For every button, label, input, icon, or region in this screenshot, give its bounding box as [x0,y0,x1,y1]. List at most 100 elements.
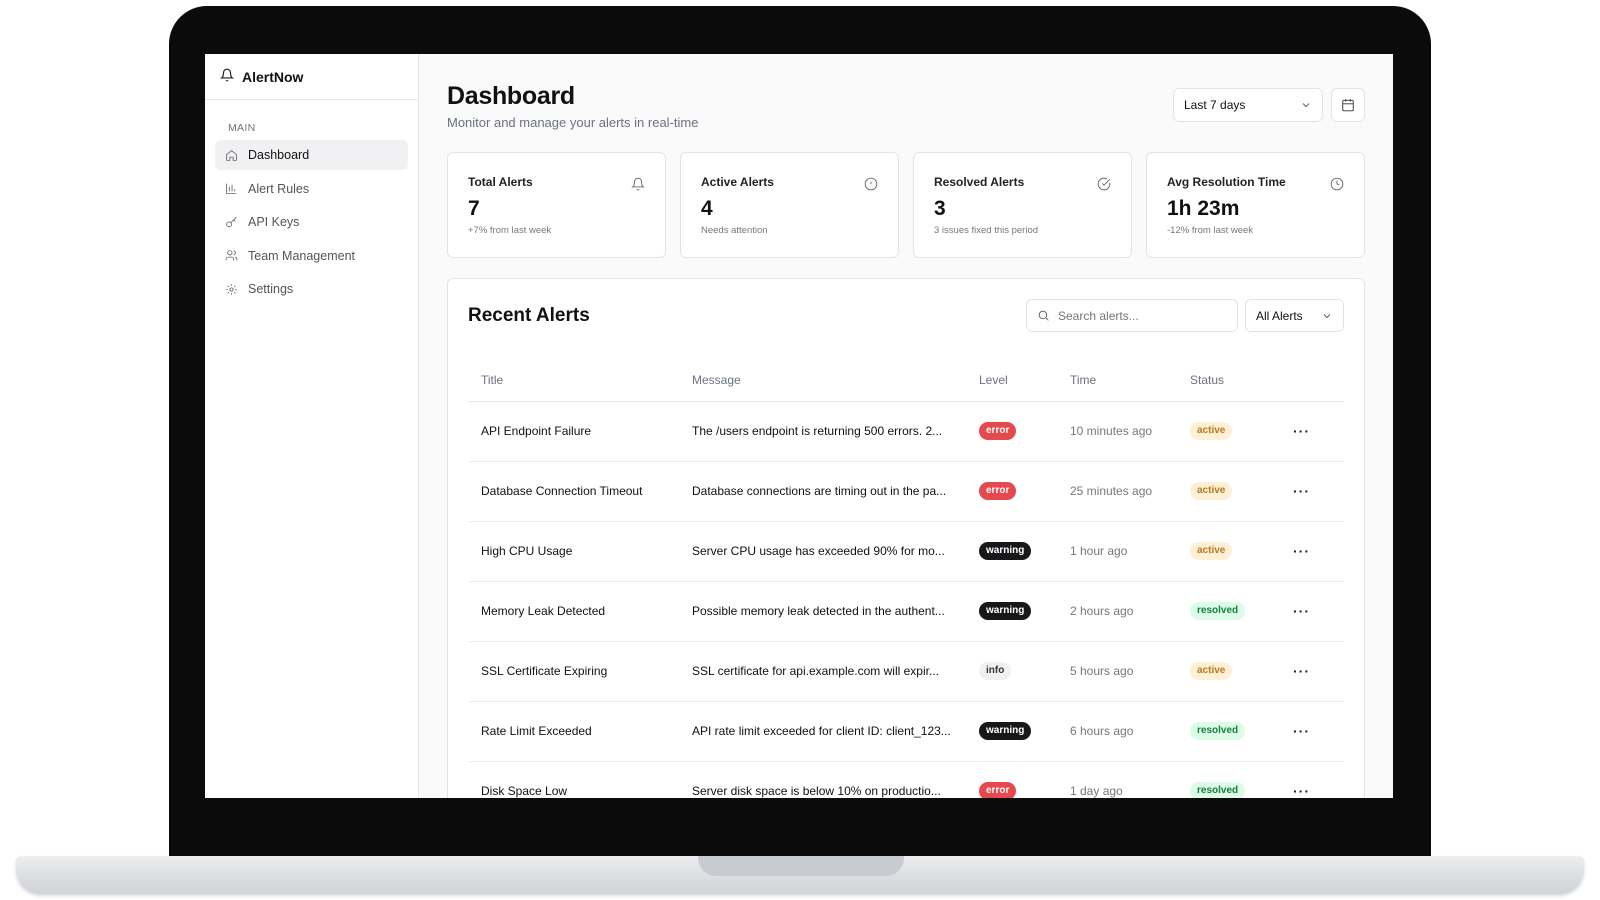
sidebar-item-label: Team Management [248,248,356,263]
date-range-select[interactable]: Last 7 days [1173,88,1323,122]
sidebar-item-alert-rules[interactable]: Alert Rules [215,174,408,204]
level-badge: warning [979,542,1032,560]
column-header-time[interactable]: Time [1057,359,1177,402]
laptop-notch [698,856,904,876]
table-row[interactable]: Memory Leak Detected Possible memory lea… [468,581,1344,642]
more-actions-button[interactable]: ··· [1293,663,1310,679]
level-badge: error [979,482,1017,500]
stat-card-avg-resolution: Avg Resolution Time 1h 23m -12% from las… [1146,152,1365,258]
alert-time: 2 hours ago [1057,581,1177,642]
sidebar-item-label: Dashboard [248,148,310,162]
alert-message: The /users endpoint is returning 500 err… [679,401,966,462]
level-badge: error [979,782,1017,798]
column-header-level[interactable]: Level [966,359,1057,402]
main-content: Dashboard Monitor and manage your alerts… [419,54,1393,798]
users-icon [225,250,238,261]
sidebar-item-dashboard[interactable]: Dashboard [215,140,408,170]
chevron-down-icon [1302,103,1310,108]
alert-message: API rate limit exceeded for client ID: c… [679,701,966,762]
more-actions-button[interactable]: ··· [1293,603,1310,619]
level-badge: error [979,422,1017,440]
stat-label: Total Alerts [468,175,533,189]
more-actions-button[interactable]: ··· [1293,783,1310,798]
sidebar-item-api-keys[interactable]: API Keys [215,207,408,237]
bell-icon [631,177,645,196]
alert-message: Database connections are timing out in t… [679,461,966,522]
stat-value: 4 [701,197,713,220]
alert-time: 1 hour ago [1057,521,1177,582]
alert-title: Disk Space Low [468,761,679,798]
stat-note: +7% from last week [468,225,552,236]
date-range-value: Last 7 days [1184,98,1246,112]
alert-title: Memory Leak Detected [468,581,679,642]
status-badge: resolved [1190,602,1246,620]
alert-message: SSL certificate for api.example.com will… [679,641,966,702]
search-input[interactable] [1058,308,1218,323]
bar-chart-icon [226,183,237,194]
bell-icon [219,68,235,85]
alert-filter-value: All Alerts [1256,308,1303,323]
table-row[interactable]: Database Connection Timeout Database con… [468,461,1344,522]
calendar-icon [1342,99,1354,112]
sidebar-item-settings[interactable]: Settings [215,274,408,304]
alert-time: 5 hours ago [1057,641,1177,702]
stat-label: Resolved Alerts [934,175,1025,189]
calendar-button[interactable] [1331,88,1365,122]
alert-title: High CPU Usage [468,521,679,582]
sidebar-item-team-management[interactable]: Team Management [215,241,408,271]
alert-time: 10 minutes ago [1057,401,1177,462]
sidebar-nav: MAIN Dashboard Alert Rules API Keys Team… [205,100,418,304]
alert-title: SSL Certificate Expiring [468,641,679,702]
column-header-status[interactable]: Status [1177,359,1280,402]
brand[interactable]: AlertNow [205,54,418,100]
alert-message: Server disk space is below 10% on produc… [679,761,966,798]
alert-title: Rate Limit Exceeded [468,701,679,762]
level-badge: warning [979,722,1032,740]
table-row[interactable]: Disk Space Low Server disk space is belo… [468,761,1344,798]
alert-circle-icon [864,177,878,196]
table-row[interactable]: High CPU Usage Server CPU usage has exce… [468,521,1344,582]
chevron-down-icon [1323,313,1331,318]
status-badge: active [1190,422,1233,440]
alert-message: Possible memory leak detected in the aut… [679,581,966,642]
stat-label: Active Alerts [701,175,774,189]
more-actions-button[interactable]: ··· [1293,423,1310,439]
stats-row: Total Alerts 7 +7% from last week Active… [447,152,1365,258]
stat-note: 3 issues fixed this period [934,225,1039,236]
app-name: AlertNow [242,68,304,85]
stat-card-total-alerts: Total Alerts 7 +7% from last week [447,152,666,258]
column-header-message[interactable]: Message [679,359,966,402]
table-row[interactable]: API Endpoint Failure The /users endpoint… [468,401,1344,462]
level-badge: warning [979,602,1032,620]
app-screen: AlertNow MAIN Dashboard Alert Rules API … [205,54,1393,798]
key-icon [226,216,237,227]
sidebar-item-label: API Keys [248,215,300,229]
alert-time: 1 day ago [1057,761,1177,798]
table-row[interactable]: Rate Limit Exceeded API rate limit excee… [468,701,1344,762]
alerts-table: Title Message Level Time Status API Endp… [468,359,1344,798]
more-actions-button[interactable]: ··· [1293,723,1310,739]
stat-value: 1h 23m [1167,197,1240,220]
more-actions-button[interactable]: ··· [1293,483,1310,499]
search-box[interactable] [1026,299,1238,332]
clock-icon [1330,177,1344,196]
more-actions-button[interactable]: ··· [1293,543,1310,559]
gear-icon [226,283,237,295]
sidebar: AlertNow MAIN Dashboard Alert Rules API … [205,54,419,798]
alert-title: API Endpoint Failure [468,401,679,462]
stat-card-resolved-alerts: Resolved Alerts 3 3 issues fixed this pe… [913,152,1132,258]
column-header-title[interactable]: Title [468,359,679,402]
stat-note: -12% from last week [1167,225,1254,236]
table-row[interactable]: SSL Certificate Expiring SSL certificate… [468,641,1344,702]
recent-alerts-card: Recent Alerts All Alerts Title Message L… [447,278,1365,798]
sidebar-item-label: Alert Rules [248,181,310,196]
check-circle-icon [1097,177,1111,196]
status-badge: resolved [1190,782,1246,798]
table-header-row: Title Message Level Time Status [468,359,1344,402]
alert-title: Database Connection Timeout [468,461,679,522]
alert-time: 25 minutes ago [1057,461,1177,522]
alert-message: Server CPU usage has exceeded 90% for mo… [679,521,966,582]
search-icon [1038,310,1049,321]
alert-filter-select[interactable]: All Alerts [1245,299,1344,332]
alert-time: 6 hours ago [1057,701,1177,762]
